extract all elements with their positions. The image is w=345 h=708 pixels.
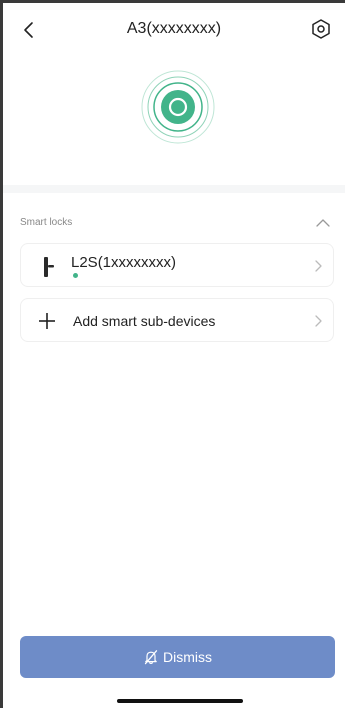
- smart-locks-section-header: Smart locks: [3, 205, 345, 235]
- chevron-right-icon: [315, 315, 322, 327]
- door-lock-icon: [44, 257, 54, 277]
- section-title: Smart locks: [20, 217, 73, 228]
- chevron-right-icon: [315, 260, 322, 272]
- device-header: A3(xxxxxxxx): [3, 3, 345, 185]
- back-button[interactable]: [17, 18, 41, 42]
- settings-button[interactable]: [309, 17, 333, 41]
- section-divider: [3, 185, 345, 193]
- hexagon-settings-icon: [312, 19, 330, 39]
- bell-off-icon: [144, 650, 158, 665]
- plus-icon: [39, 313, 55, 329]
- collapse-button[interactable]: [314, 213, 332, 231]
- page-title: A3(xxxxxxxx): [126, 20, 222, 37]
- online-status-dot: [73, 273, 78, 278]
- home-indicator: [117, 699, 243, 703]
- add-device-label: Add smart sub-devices: [73, 313, 216, 329]
- chevron-up-icon: [316, 218, 330, 227]
- device-name: L2S(1xxxxxxxx): [71, 254, 177, 271]
- signal-ring-icon: [141, 70, 215, 144]
- device-card-lock[interactable]: L2S(1xxxxxxxx): [20, 243, 334, 287]
- dismiss-button[interactable]: Dismiss: [20, 636, 335, 678]
- dismiss-content: Dismiss: [143, 649, 212, 665]
- add-sub-device-card[interactable]: Add smart sub-devices: [20, 298, 334, 342]
- chevron-left-icon: [24, 22, 33, 38]
- dismiss-label: Dismiss: [163, 649, 212, 665]
